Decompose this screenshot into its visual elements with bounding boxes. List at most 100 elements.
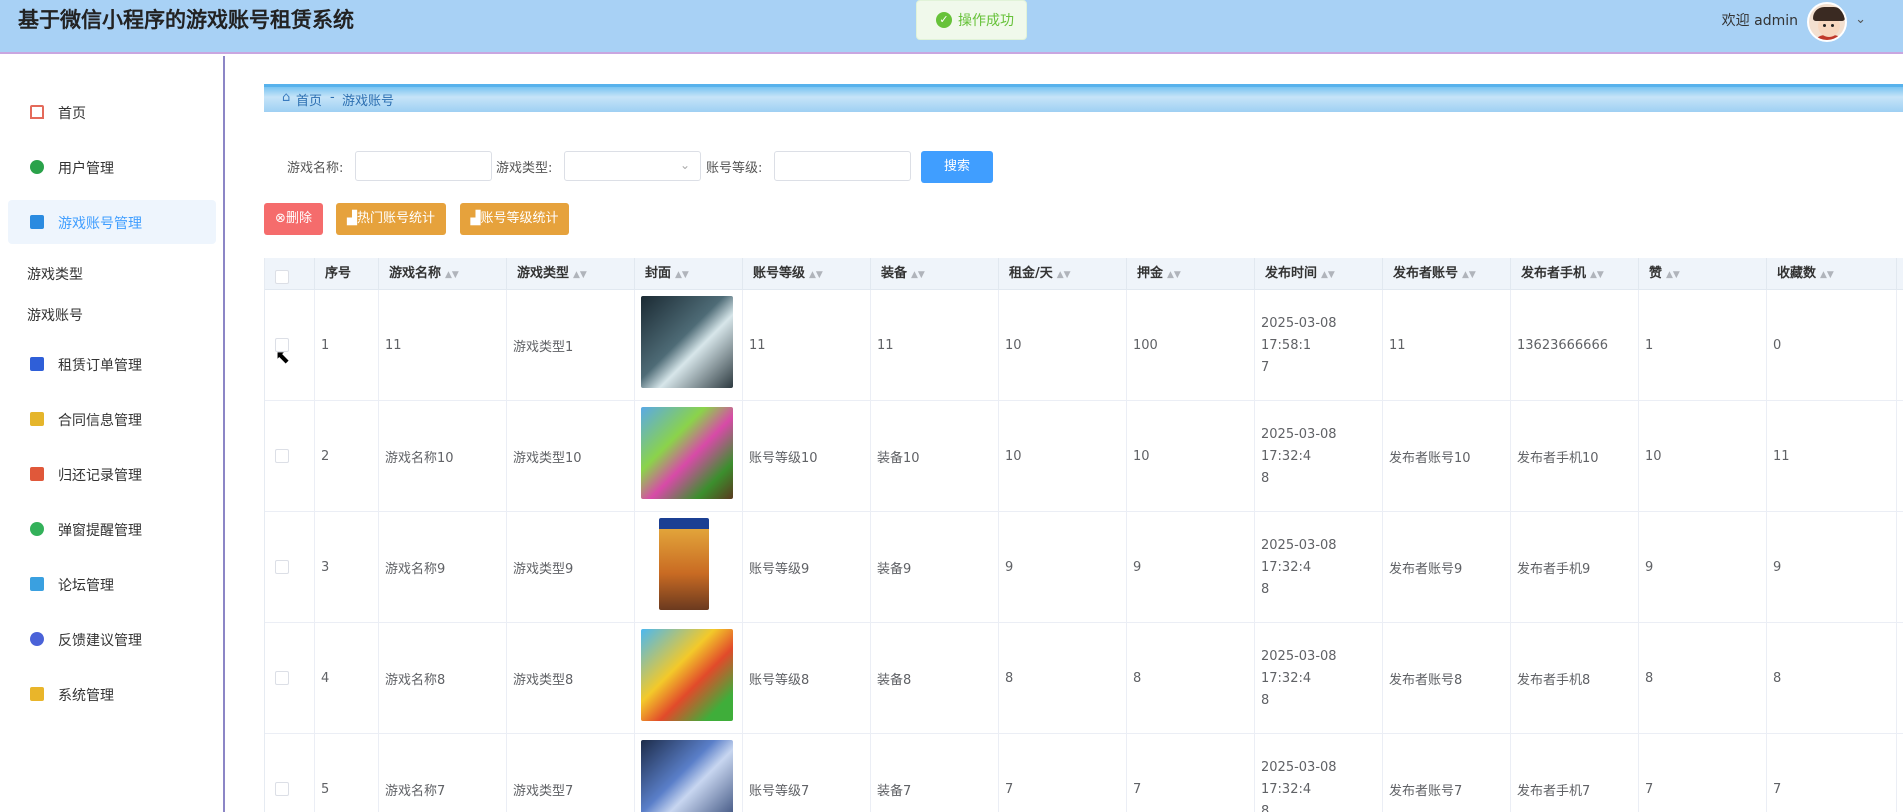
check-circle-icon: ✓ (936, 12, 952, 28)
header-rent[interactable]: 租金/天 ▲▼ (999, 258, 1127, 290)
cell-type: 游戏类型9 (507, 512, 635, 623)
forum-icon (30, 577, 44, 591)
cell-equip: 装备8 (871, 623, 999, 734)
cover-image[interactable] (641, 629, 733, 721)
select-all-checkbox[interactable] (275, 270, 289, 284)
toast-message: 操作成功 (958, 13, 1014, 29)
sidebar-item-label: 论坛管理 (58, 578, 114, 594)
cover-image[interactable] (641, 296, 733, 388)
cell-favs: 9 (1767, 512, 1897, 623)
cell-equip: 装备7 (871, 734, 999, 812)
header-type[interactable]: 游戏类型 ▲▼ (507, 258, 635, 290)
header-deposit[interactable]: 押金 ▲▼ (1127, 258, 1255, 290)
account-level-input[interactable] (774, 151, 911, 181)
row-checkbox[interactable] (275, 449, 289, 463)
sidebar-item-label: 弹窗提醒管理 (58, 523, 142, 539)
chevron-down-icon[interactable]: ⌄ (1855, 12, 1866, 27)
cell-type: 游戏类型8 (507, 623, 635, 734)
cell-phone: 发布者手机10 (1511, 401, 1639, 512)
level-stats-label: 账号等级统计 (480, 211, 559, 226)
header-cover[interactable]: 封面 ▲▼ (635, 258, 743, 290)
order-icon (30, 357, 44, 371)
row-checkbox[interactable] (275, 782, 289, 796)
cell-cover (635, 401, 743, 512)
header-likes[interactable]: 赞 ▲▼ (1639, 258, 1767, 290)
table-row[interactable]: 1 11 游戏类型1 11 11 10 100 2025-03-08 17:58:1 7 11 13… (265, 290, 1903, 401)
table-row[interactable]: 2 游戏名称10 游戏类型10 账号等级10 装备10 10 10 2025-03-08 17… (265, 401, 1903, 512)
sidebar-item-contracts[interactable]: 合同信息管理 (8, 397, 216, 441)
cell-favs: 7 (1767, 734, 1897, 812)
sidebar-item-popups[interactable]: 弹窗提醒管理 (8, 507, 216, 551)
table-row[interactable]: 4 游戏名称8 游戏类型8 账号等级8 装备8 8 8 2025-03-08 17:32:4 8… (265, 623, 1903, 734)
cell-select (265, 290, 315, 401)
table-row[interactable]: 5 游戏名称7 游戏类型7 账号等级7 装备7 7 7 2025-03-08 17:32:4 8… (265, 734, 1903, 812)
header-favs[interactable]: 收藏数 ▲▼ (1767, 258, 1897, 290)
cell-cover (635, 290, 743, 401)
cell-time: 2025-03-08 17:58:1 7 (1255, 290, 1383, 401)
level-stats-button[interactable]: ▟账号等级统计 (460, 203, 569, 235)
header-name[interactable]: 游戏名称 ▲▼ (379, 258, 507, 290)
cell-phone: 发布者手机7 (1511, 734, 1639, 812)
game-type-select[interactable]: ⌄ (564, 151, 701, 181)
breadcrumb-home[interactable]: 首页 (296, 90, 322, 109)
sidebar-item-label: 租赁订单管理 (58, 358, 142, 374)
cover-image[interactable] (641, 407, 733, 499)
header-phone[interactable]: 发布者手机 ▲▼ (1511, 258, 1639, 290)
hot-stats-label: 热门账号统计 (356, 211, 435, 226)
cover-image[interactable] (659, 518, 709, 610)
row-checkbox[interactable] (275, 671, 289, 685)
bar-chart-icon: ▟ (346, 211, 357, 226)
header-level[interactable]: 账号等级 ▲▼ (743, 258, 871, 290)
sidebar-item-home[interactable]: 首页 (8, 90, 216, 134)
sidebar-item-label: 用户管理 (58, 161, 114, 177)
sidebar-item-system[interactable]: 系统管理 (8, 672, 216, 716)
delete-button[interactable]: ⊗删除 (264, 203, 323, 235)
cell-account: 发布者账号9 (1383, 512, 1511, 623)
cell-cover (635, 512, 743, 623)
user-icon (30, 160, 44, 174)
cell-favs: 11 (1767, 401, 1897, 512)
cover-image[interactable] (641, 740, 733, 812)
header-time[interactable]: 发布时间 ▲▼ (1255, 258, 1383, 290)
cell-account: 发布者账号7 (1383, 734, 1511, 812)
header-select (265, 258, 315, 290)
table-row[interactable]: 3 游戏名称9 游戏类型9 账号等级9 装备9 9 9 2025-03-08 17:32:4 8… (265, 512, 1903, 623)
breadcrumb-current: 游戏账号 (342, 94, 395, 109)
sidebar-subitem-game-type[interactable]: 游戏类型 (27, 264, 83, 284)
sidebar-item-users[interactable]: 用户管理 (8, 145, 216, 189)
sidebar-item-returns[interactable]: 归还记录管理 (8, 452, 216, 496)
cell-type: 游戏类型10 (507, 401, 635, 512)
avatar[interactable] (1807, 2, 1847, 42)
cell-likes: 10 (1639, 401, 1767, 512)
sidebar-item-forum[interactable]: 论坛管理 (8, 562, 216, 606)
game-name-input[interactable] (355, 151, 492, 181)
cell-account: 11 (1383, 290, 1511, 401)
header-equip[interactable]: 装备 ▲▼ (871, 258, 999, 290)
cell-no: 4 (315, 623, 379, 734)
home-icon (30, 105, 44, 119)
hot-stats-button[interactable]: ▟热门账号统计 (336, 203, 446, 235)
cell-type: 游戏类型7 (507, 734, 635, 812)
sidebar-item-feedback[interactable]: 反馈建议管理 (8, 617, 216, 661)
cell-account: 发布者账号10 (1383, 401, 1511, 512)
cell-extra: 0 (1897, 401, 1903, 512)
cell-favs: 8 (1767, 623, 1897, 734)
home-icon[interactable]: ⌂ (282, 90, 290, 105)
sidebar-item-label: 游戏账号管理 (58, 216, 142, 232)
sidebar-item-orders[interactable]: 租赁订单管理 (8, 342, 216, 386)
cell-select (265, 623, 315, 734)
sidebar-item-game-accounts[interactable]: 游戏账号管理 (8, 200, 216, 244)
header-no[interactable]: 序号 (315, 258, 379, 290)
row-checkbox[interactable] (275, 560, 289, 574)
header-account[interactable]: 发布者账号 ▲▼ (1383, 258, 1511, 290)
cell-deposit: 10 (1127, 401, 1255, 512)
search-button[interactable]: 搜索 (921, 151, 993, 183)
chevron-down-icon: ⌄ (679, 158, 690, 172)
return-icon (30, 467, 44, 481)
cell-phone: 发布者手机9 (1511, 512, 1639, 623)
sidebar-subitem-game-account[interactable]: 游戏账号 (27, 305, 83, 325)
sidebar-item-label: 首页 (58, 106, 86, 122)
cell-likes: 1 (1639, 290, 1767, 401)
cell-deposit: 7 (1127, 734, 1255, 812)
cell-extra: 0 (1897, 290, 1903, 401)
